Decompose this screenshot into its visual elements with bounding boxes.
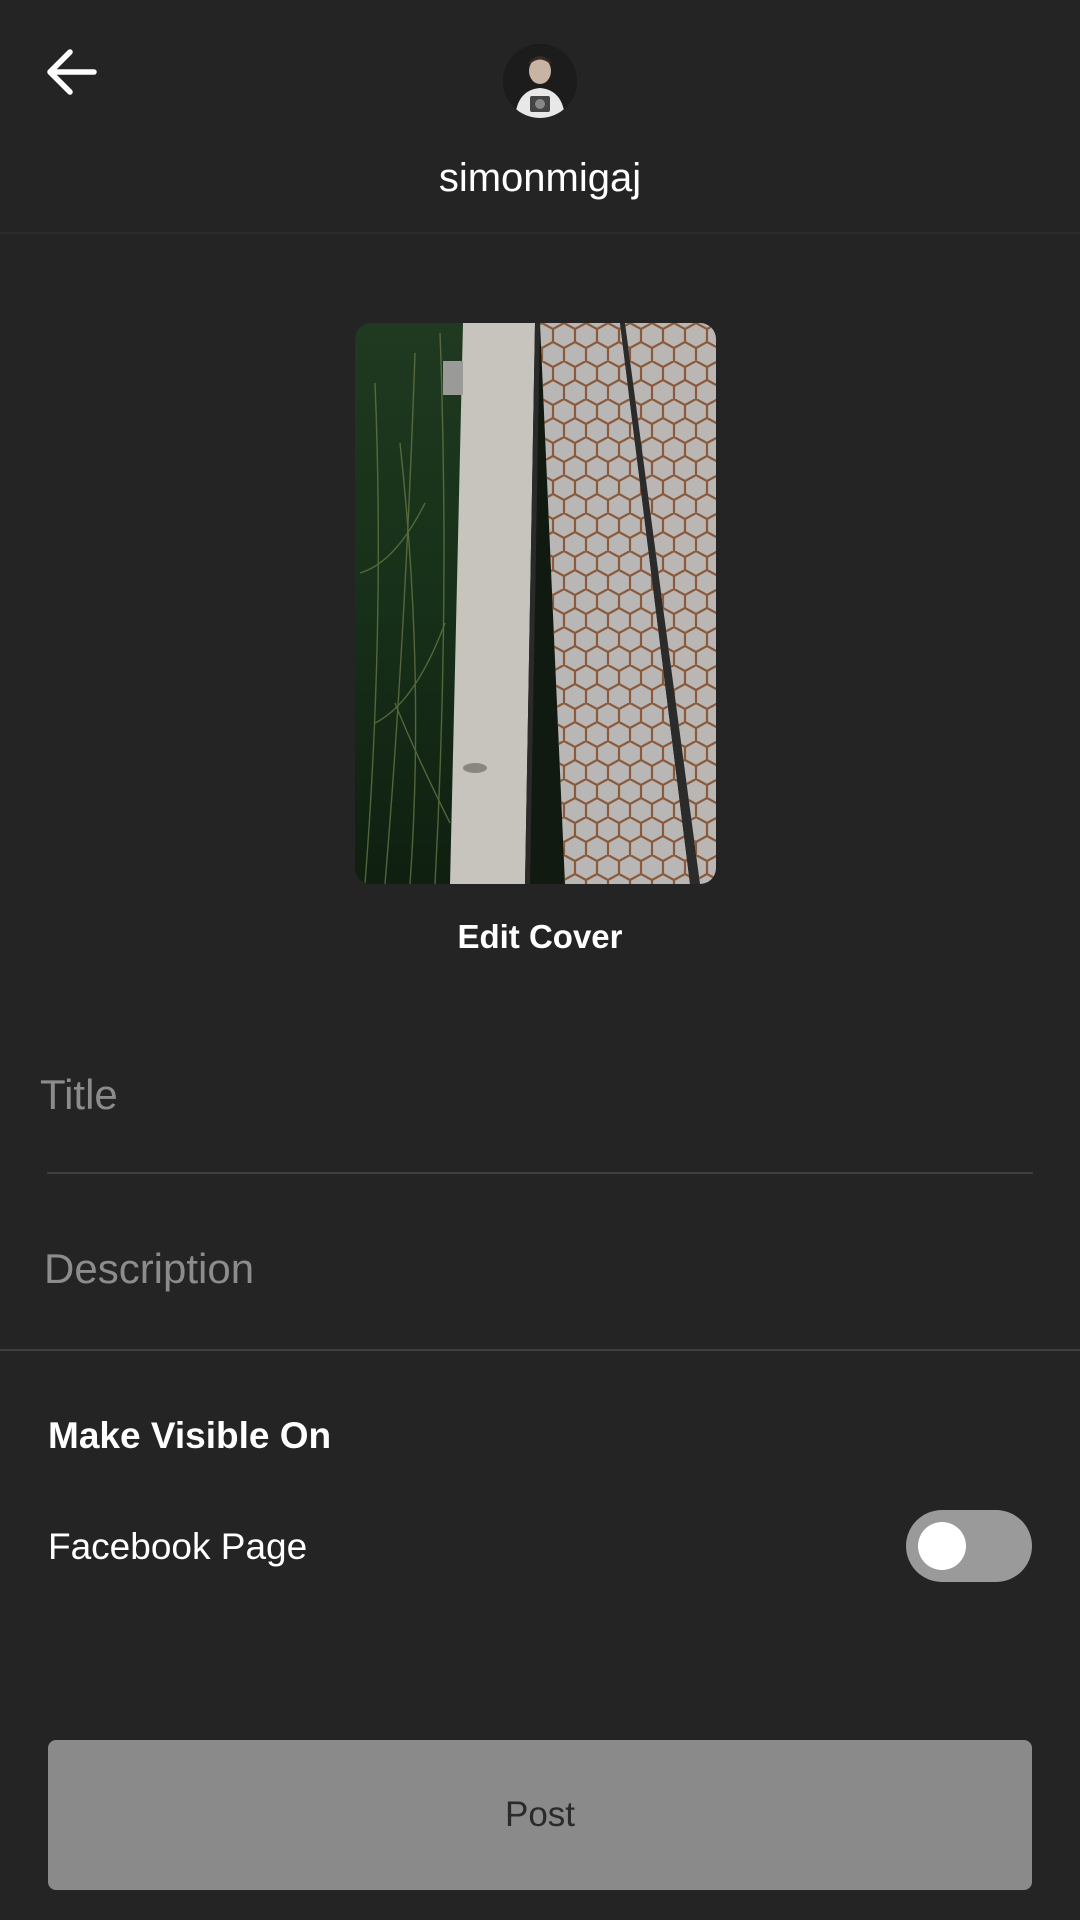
cover-image[interactable]: [355, 323, 716, 884]
arrow-left-icon: [47, 49, 97, 95]
cover-photo: [355, 323, 716, 884]
description-input[interactable]: [44, 1234, 1032, 1304]
facebook-page-toggle[interactable]: [906, 1510, 1032, 1582]
back-button[interactable]: [30, 30, 114, 114]
post-button[interactable]: Post: [48, 1740, 1032, 1890]
title-divider: [47, 1172, 1033, 1174]
edit-cover-button[interactable]: Edit Cover: [0, 913, 1080, 961]
avatar[interactable]: [503, 44, 577, 118]
username: simonmigaj: [438, 156, 642, 200]
facebook-page-label: Facebook Page: [48, 1526, 308, 1567]
toggle-knob: [918, 1522, 966, 1570]
user-avatar-icon: [503, 44, 577, 118]
title-input[interactable]: [40, 1060, 1032, 1130]
make-visible-on-heading: Make Visible On: [48, 1415, 332, 1456]
top-bar: simonmigaj: [0, 0, 1080, 234]
post-video-screen: simonmigaj Edit Cover Title Description …: [0, 0, 1080, 1920]
description-divider: [0, 1349, 1080, 1351]
